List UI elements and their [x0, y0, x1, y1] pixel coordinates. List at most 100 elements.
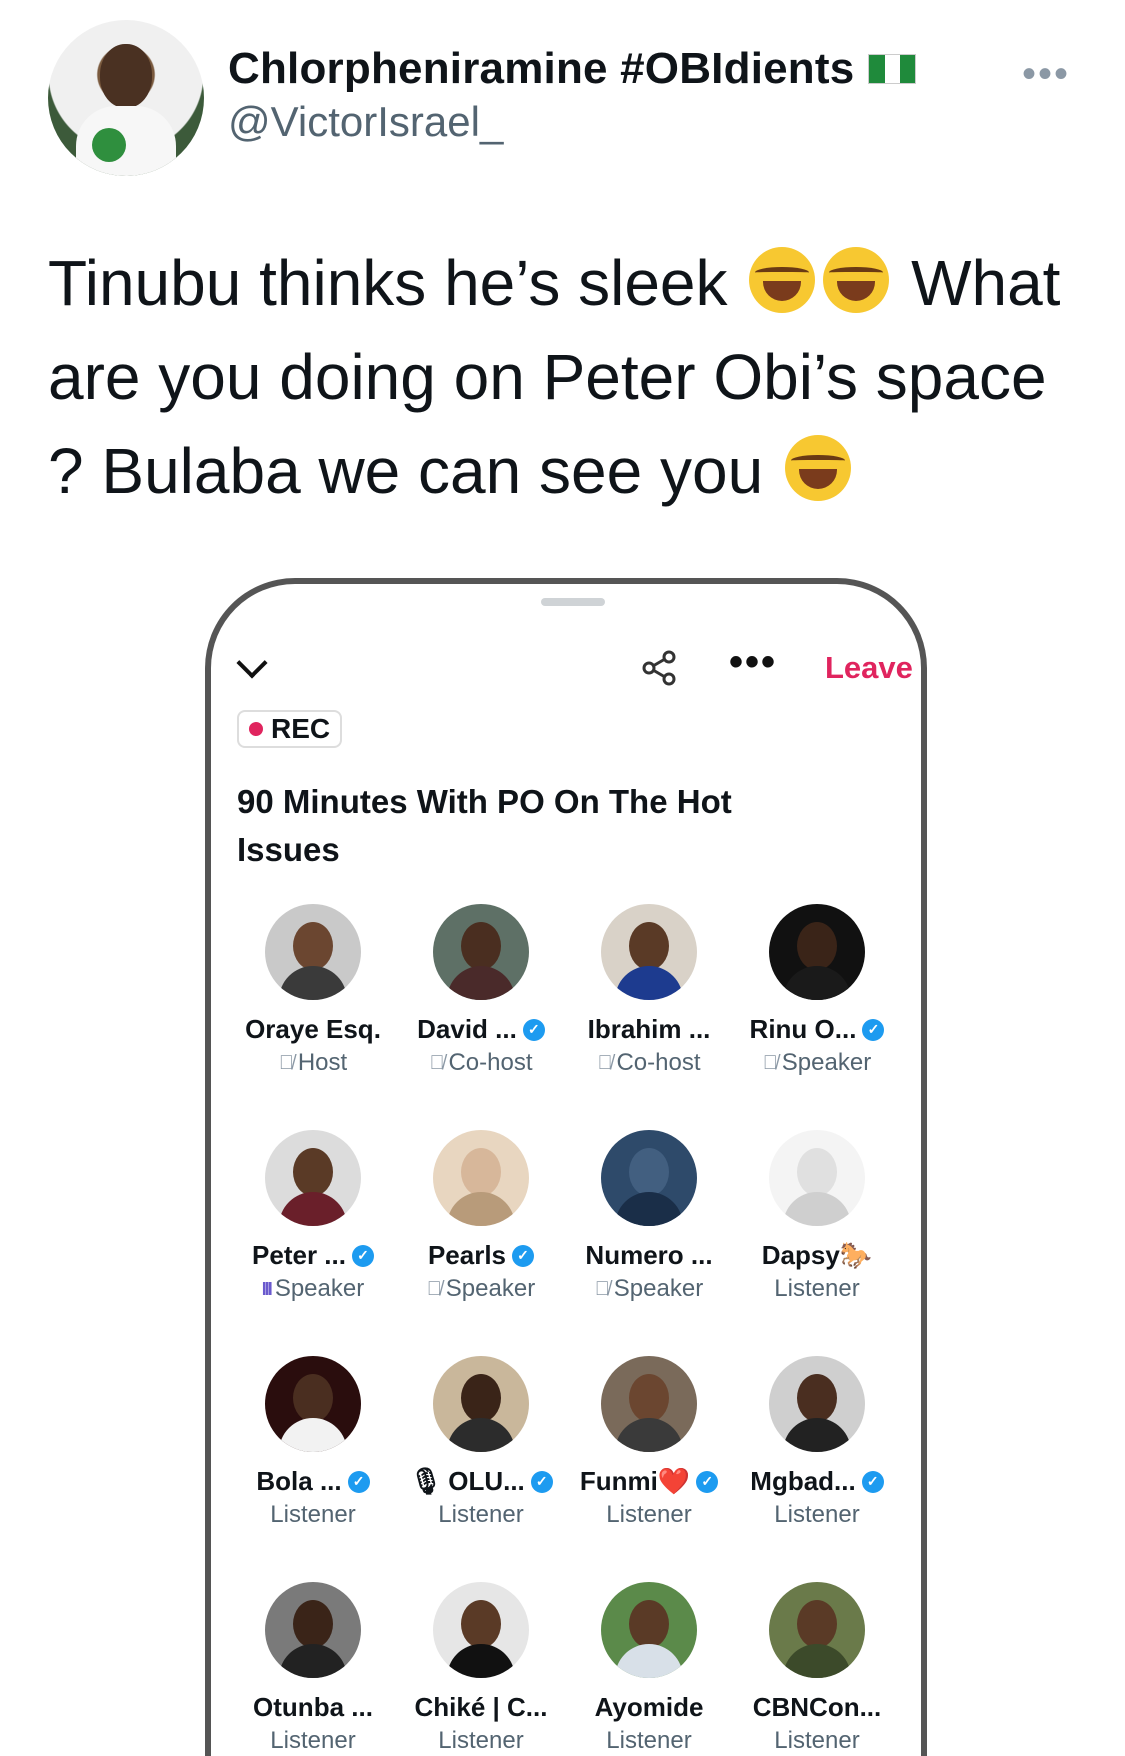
participant-role-text: Listener: [606, 1501, 692, 1528]
participant-name: Rinu O... ✓: [750, 1014, 885, 1045]
chevron-down-icon[interactable]: [236, 647, 268, 679]
participant-role: 🎙̸ Host: [279, 1049, 347, 1077]
participant-name-text: Otunba ...: [253, 1692, 373, 1722]
participant-avatar[interactable]: [769, 1582, 865, 1678]
avatar-body: [279, 1644, 347, 1678]
participant-name: Bola ... ✓: [256, 1466, 370, 1497]
participant[interactable]: Peter ... ✓ III Speaker: [229, 1130, 397, 1310]
nigeria-flag-icon: [868, 54, 917, 84]
participant-avatar[interactable]: [433, 1130, 529, 1226]
verified-badge-icon: ✓: [530, 1470, 553, 1493]
participant-role-text: Listener: [774, 1727, 860, 1754]
participant-role: Listener: [606, 1501, 691, 1529]
participant-avatar[interactable]: [265, 1582, 361, 1678]
avatar-body: [447, 1418, 515, 1452]
participant[interactable]: Mgbad... ✓ Listener: [733, 1356, 901, 1536]
avatar-face: [629, 1600, 669, 1648]
participant-avatar[interactable]: [601, 1130, 697, 1226]
avatar-face: [461, 1374, 501, 1422]
participant[interactable]: Dapsy🐎 Listener: [733, 1130, 901, 1310]
participant-name: 🎙 OLU... ✓: [409, 1466, 553, 1497]
participant-avatar[interactable]: [601, 1356, 697, 1452]
participant-name-text: Bola ...: [256, 1466, 342, 1496]
participant-avatar[interactable]: [433, 1356, 529, 1452]
participant-role: 🎙̸ Co-host: [597, 1049, 700, 1077]
more-options-icon[interactable]: •••: [1022, 54, 1070, 94]
participant[interactable]: 🎙 OLU... ✓ Listener: [397, 1356, 565, 1536]
avatar-body: [447, 966, 515, 1000]
avatar-face: [629, 922, 669, 970]
avatar-face: [461, 1600, 501, 1648]
participant-role-text: Co-host: [616, 1049, 701, 1076]
participant[interactable]: Numero ... 🎙̸ Speaker: [565, 1130, 733, 1310]
leave-button[interactable]: Leave: [825, 650, 913, 686]
participant[interactable]: Oraye Esq. 🎙̸ Host: [229, 904, 397, 1084]
mic-off-icon: 🎙̸: [429, 1051, 445, 1074]
author-display-name[interactable]: Chlorpheniramine #OBIdients: [228, 44, 917, 94]
participant[interactable]: Otunba ... Listener: [229, 1582, 397, 1756]
verified-badge-icon: ✓: [512, 1244, 535, 1267]
laughing-tears-emoji-icon: [749, 247, 816, 313]
avatar-face: [293, 1148, 333, 1196]
participant[interactable]: David ... ✓ 🎙̸ Co-host: [397, 904, 565, 1084]
participant-name: Numero ...: [585, 1240, 712, 1271]
avatar-badge: [92, 128, 126, 162]
participant[interactable]: Funmi❤️ ✓ Listener: [565, 1356, 733, 1536]
participant[interactable]: Rinu O... ✓ 🎙̸ Speaker: [733, 904, 901, 1084]
participant-name-text: OLU...: [448, 1466, 525, 1496]
participant-role: Listener: [774, 1727, 859, 1755]
participant-avatar[interactable]: [769, 1130, 865, 1226]
participant-avatar[interactable]: [265, 1356, 361, 1452]
verified-badge-icon: ✓: [522, 1018, 545, 1041]
participant-avatar[interactable]: [433, 904, 529, 1000]
author-avatar[interactable]: [48, 20, 204, 176]
participant-role: Listener: [774, 1275, 859, 1303]
participant[interactable]: CBNCon... Listener: [733, 1582, 901, 1756]
avatar-body: [615, 1418, 683, 1452]
participant[interactable]: Pearls ✓ 🎙̸ Speaker: [397, 1130, 565, 1310]
participant-role-text: Listener: [606, 1727, 692, 1754]
participant[interactable]: Ayomide Listener: [565, 1582, 733, 1756]
more-icon[interactable]: •••: [729, 640, 777, 685]
participant-avatar[interactable]: [265, 904, 361, 1000]
participant-role: 🎙̸ Speaker: [763, 1049, 871, 1077]
participant-role-text: Host: [297, 1049, 348, 1076]
avatar-face: [293, 922, 333, 970]
author-handle[interactable]: @VictorIsrael_: [228, 98, 916, 146]
spaces-screenshot[interactable]: ••• Leave REC 90 Minutes With PO On The …: [205, 578, 927, 1756]
participant-avatar[interactable]: [601, 904, 697, 1000]
participant-name: Chiké | C...: [415, 1692, 548, 1723]
avatar-body: [615, 966, 683, 1000]
tweet-text-part-1: Tinubu thinks he’s sleek: [48, 247, 728, 319]
participant[interactable]: Bola ... ✓ Listener: [229, 1356, 397, 1536]
participant[interactable]: Chiké | C... Listener: [397, 1582, 565, 1756]
participant-avatar[interactable]: [601, 1582, 697, 1678]
share-icon[interactable]: [641, 650, 677, 686]
participant-avatar[interactable]: [265, 1130, 361, 1226]
avatar-face: [797, 1148, 837, 1196]
mic-off-icon: 🎙̸: [278, 1051, 294, 1074]
participant-avatar[interactable]: [769, 904, 865, 1000]
participant-role-text: Listener: [270, 1501, 356, 1528]
participant-name: Pearls ✓: [428, 1240, 535, 1271]
mic-off-icon: 🎙̸: [594, 1277, 610, 1300]
drag-handle[interactable]: [541, 598, 605, 606]
speaking-indicator-icon: III: [261, 1278, 273, 1299]
laughing-tears-emoji-icon: [784, 435, 851, 501]
participant[interactable]: Ibrahim ... 🎙̸ Co-host: [565, 904, 733, 1084]
participant-name-text: Mgbad...: [750, 1466, 856, 1496]
participant-role-text: Speaker: [613, 1275, 704, 1302]
laughing-tears-emoji-icon: [823, 247, 890, 313]
participant-role-text: Speaker: [274, 1275, 365, 1302]
participants-grid: Oraye Esq. 🎙̸ Host David ... ✓ 🎙̸ Co-host Ibrah…: [229, 904, 909, 1756]
participant-name-text: Numero ...: [585, 1240, 713, 1270]
participant-role-text: Listener: [438, 1727, 524, 1754]
avatar-body: [783, 1644, 851, 1678]
participant-role: Listener: [774, 1501, 859, 1529]
avatar-body: [783, 966, 851, 1000]
participant-avatar[interactable]: [769, 1356, 865, 1452]
participant-avatar[interactable]: [433, 1582, 529, 1678]
recording-dot-icon: [249, 722, 263, 736]
participant-name: Ibrahim ...: [588, 1014, 711, 1045]
participant-role: 🎙̸ Speaker: [427, 1275, 535, 1303]
